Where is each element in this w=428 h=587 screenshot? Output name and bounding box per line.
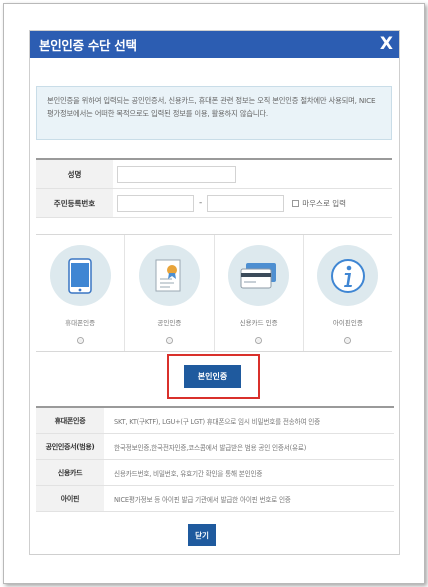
info-row: 휴대폰인증 SKT, KT(구KTF), LGU+(구 LGT) 휴대폰으로 임… [36,408,394,434]
mouse-input-checkbox[interactable]: 마우스로 입력 [292,198,346,209]
method-label: 아이핀인증 [332,319,363,327]
certificate-icon [138,245,200,306]
rrn-row: 주민등록번호 - 마우스로 입력 [36,189,392,218]
info-desc: SKT, KT(구KTF), LGU+(구 LGT) 휴대폰으로 임시 비밀번호… [114,417,320,426]
rrn-label: 주민등록번호 [36,189,113,217]
phone-icon [49,245,111,306]
mouse-input-label: 마우스로 입력 [302,198,347,208]
info-row: 아이핀 NICE평가정보 등 아이핀 발급 기관에서 발급한 아이핀 번호로 인… [36,486,394,512]
rrn-front-input[interactable] [117,194,194,212]
rrn-cell: - 마우스로 입력 [113,194,346,212]
method-radio[interactable] [344,337,352,344]
auth-method-dialog: 본인인증 수단 선택 X 본인인증을 위하여 입력되는 공인인증서, 신용카드,… [29,30,400,555]
method-phone[interactable]: 휴대폰인증 [36,235,126,351]
credit-card-icon [228,245,290,306]
rrn-separator: - [199,198,203,208]
method-credit-card[interactable]: 신용카드 인증 [215,235,304,351]
privacy-notice: 본인인증을 위하여 입력되는 공인인증서, 신용카드, 휴대폰 관련 정보는 오… [36,86,392,140]
info-desc: 신용카드번호, 비밀번호, 유효기간 확인을 통해 본인인증 [114,469,263,478]
info-desc: 한국정보인증,한국전자인증,코스콤에서 발급받은 범용 공인 인증서(유료) [114,443,307,452]
info-head: 공인인증서(범용) [36,434,104,459]
info-row: 신용카드 신용카드번호, 비밀번호, 유효기간 확인을 통해 본인인증 [36,460,394,486]
dialog-titlebar: 본인인증 수단 선택 X [30,31,399,58]
checkbox-box[interactable] [292,199,300,207]
info-head: 신용카드 [36,460,104,485]
method-label: 공인인증 [157,319,182,327]
identity-form: 성명 주민등록번호 - 마우스로 입력 [36,158,392,218]
name-row: 성명 [36,160,392,189]
method-label: 휴대폰인증 [65,319,96,327]
method-radio[interactable] [165,337,173,344]
method-certificate[interactable]: 공인인증 [125,235,215,351]
name-input[interactable] [117,165,236,183]
name-cell [113,165,236,183]
method-radio[interactable] [76,337,84,344]
close-icon[interactable]: X [380,36,393,53]
auth-methods: 휴대폰인증 공인인증 신용카드 인증 아이핀인증 [36,234,392,352]
rrn-back-input[interactable] [207,194,285,212]
method-label: 신용카드 인증 [239,319,278,327]
info-icon [317,245,379,306]
info-head: 아이핀 [36,486,104,511]
verify-highlight: 본인인증 [167,354,260,399]
close-button[interactable]: 닫기 [188,524,216,546]
dialog-title: 본인인증 수단 선택 [39,38,137,53]
verify-button[interactable]: 본인인증 [184,365,241,388]
info-head: 휴대폰인증 [36,408,104,433]
info-desc: NICE평가정보 등 아이핀 발급 기관에서 발급한 아이핀 번호로 인증 [114,495,291,504]
name-label: 성명 [36,160,113,188]
info-row: 공인인증서(범용) 한국정보인증,한국전자인증,코스콤에서 발급받은 범용 공인… [36,434,394,460]
method-info-table: 휴대폰인증 SKT, KT(구KTF), LGU+(구 LGT) 휴대폰으로 임… [36,406,394,512]
method-radio[interactable] [255,337,263,344]
method-ipin[interactable]: 아이핀인증 [304,235,392,351]
